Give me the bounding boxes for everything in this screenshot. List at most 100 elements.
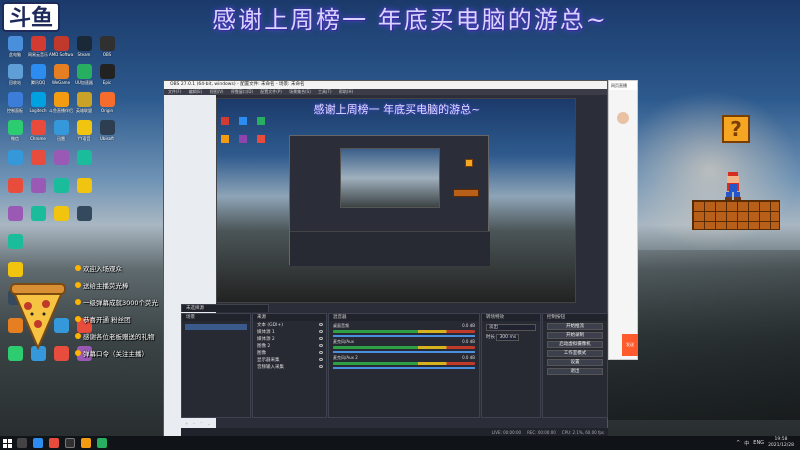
start-button[interactable] [0,436,14,450]
taskbar-app-icon[interactable] [33,438,43,448]
desktop-icon[interactable]: 微信 [4,120,26,141]
desktop-icon[interactable]: 斗鱼直播伴侣 [49,92,73,113]
desktop-icon[interactable] [73,178,95,193]
desktop-icon[interactable] [4,150,26,165]
source-selection-bar: 未选择源 [181,304,269,312]
menu-edit[interactable]: 编辑(E) [189,89,203,94]
avatar[interactable] [617,112,629,124]
volume-slider[interactable] [333,367,475,369]
language-indicator[interactable]: ENG [753,440,764,446]
desktop-icon-label: 迅雷 [57,136,65,141]
source-row[interactable]: 文本 (GDI+) [253,321,326,328]
menu-profile[interactable]: 配置文件(P) [260,89,282,94]
start-virtual-camera-button[interactable]: 启动虚拟摄像机 [547,341,603,348]
visibility-eye-icon[interactable] [319,358,323,361]
ime-indicator[interactable]: 中 [744,440,749,447]
badge-icon [75,316,81,322]
visibility-eye-icon[interactable] [319,323,323,326]
visibility-eye-icon[interactable] [319,330,323,333]
app-icon [30,64,46,79]
obs-title-bar[interactable]: OBS 27.0.1 (64-bit, windows) - 配置文件: 未命名… [164,81,607,89]
up-icon[interactable]: ⌃ [200,421,203,426]
desktop-icon[interactable]: Ubisoft [96,120,118,141]
taskbar-clock[interactable]: 19:58 2021/12/28 [768,437,794,449]
browser-chat-window[interactable]: 网页直播 [608,80,638,360]
down-icon[interactable]: ⌄ [207,421,210,426]
scene-item-selected[interactable] [185,324,247,330]
source-row[interactable]: 图像 2 [253,342,326,349]
taskbar-obs-icon[interactable] [65,438,75,448]
visibility-eye-icon[interactable] [319,351,323,354]
desktop-icon[interactable] [4,262,26,277]
desktop-icon[interactable]: 控制面板 [4,92,26,113]
desktop-icon[interactable]: Chrome [27,120,49,141]
desktop-icon[interactable] [50,178,72,193]
desktop-icon[interactable]: 回收站 [4,64,26,85]
menu-view[interactable]: 视图(V) [210,89,224,94]
visibility-eye-icon[interactable] [319,344,323,347]
exit-button[interactable]: 退出 [547,368,603,375]
obs-window[interactable]: OBS 27.0.1 (64-bit, windows) - 配置文件: 未命名… [163,80,608,439]
transition-type-select[interactable]: 淡出 [486,324,536,331]
source-row[interactable]: 音频输入采集 [253,363,326,370]
menu-docks[interactable]: 停靠窗口(D) [231,89,253,94]
desktop-icon[interactable]: WeGame [50,64,72,85]
taskbar-douyu-icon[interactable] [81,438,91,448]
app-icon [76,120,92,135]
start-recording-button[interactable]: 开始录制 [547,332,603,339]
desktop-icon[interactable]: Origin [96,92,118,113]
desktop-icon[interactable] [50,150,72,165]
desktop-icon[interactable]: 腾讯QQ [27,64,49,85]
desktop-icon[interactable] [27,150,49,165]
tray-overflow-icon[interactable]: ^ [736,440,740,446]
app-icon [99,64,115,79]
preview-icon [239,135,248,143]
desktop-icon[interactable]: Epic [96,64,118,85]
desktop-icon[interactable]: 迅雷 [50,120,72,141]
desktop-icon[interactable]: 此电脑 [4,36,26,57]
desktop-icon[interactable] [73,206,95,221]
source-row[interactable]: 媒体源 1 [253,328,326,335]
desktop-icon[interactable]: AMD Software [49,36,73,57]
preview-icon [221,117,229,125]
desktop-icon[interactable]: YY语音 [73,120,95,141]
menu-help[interactable]: 帮助(H) [339,89,353,94]
menu-scene-collection[interactable]: 场景集合(S) [289,89,311,94]
start-streaming-button[interactable]: 开始推流 [547,323,603,330]
settings-button[interactable]: 设置 [547,359,603,366]
desktop-icon[interactable] [50,206,72,221]
add-icon[interactable]: + [185,421,188,426]
desktop-icon[interactable] [4,206,26,221]
obs-preview[interactable]: 感谢上周榜一 年底买电脑的游总~ [216,98,576,303]
desktop-icon[interactable]: Steam [73,36,95,57]
studio-mode-button[interactable]: 工作室模式 [547,350,603,357]
menu-tools[interactable]: 工具(T) [318,89,332,94]
source-row[interactable]: 显示器采集 [253,356,326,363]
taskbar-wechat-icon[interactable] [97,438,107,448]
taskbar-search-icon[interactable] [17,438,27,448]
volume-slider[interactable] [333,335,475,337]
remove-icon[interactable]: − [192,421,195,426]
desktop-icon[interactable]: 英雄联盟 [73,92,95,113]
visibility-eye-icon[interactable] [319,365,323,368]
desktop-icon[interactable] [4,178,26,193]
desktop-icon[interactable] [27,206,49,221]
taskbar-chrome-icon[interactable] [49,438,59,448]
volume-slider[interactable] [333,351,475,353]
source-row[interactable]: 图像 [253,349,326,356]
desktop-icon[interactable]: UU加速器 [73,64,95,85]
desktop-icon[interactable] [73,150,95,165]
transition-duration-input[interactable]: 300 ms [496,334,520,341]
desktop-icon[interactable]: Logitech [27,92,49,113]
app-icon [53,178,69,193]
desktop-icon[interactable] [4,234,26,249]
source-row[interactable]: 媒体源 2 [253,335,326,342]
transitions-panel: 转场特效 淡出 时长 300 ms [481,313,541,418]
menu-file[interactable]: 文件(F) [168,89,181,94]
desktop-icon[interactable] [27,178,49,193]
pizza-mascot-icon [10,283,66,350]
desktop-icon[interactable]: OBS [96,36,118,57]
visibility-eye-icon[interactable] [319,337,323,340]
send-button[interactable]: 发送 [622,334,638,356]
desktop-icon[interactable]: 网易云音乐 [27,36,49,57]
